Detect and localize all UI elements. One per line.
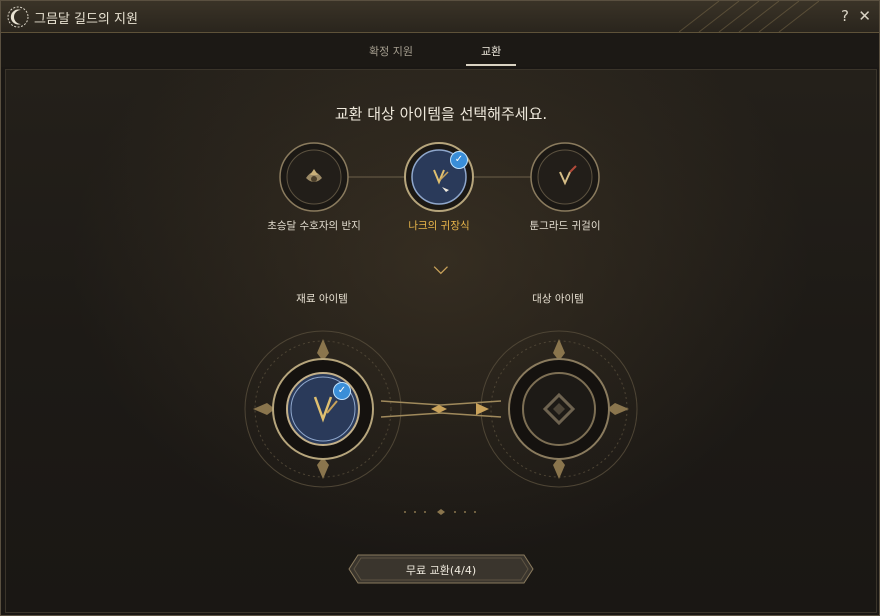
active-tab-underline — [466, 64, 516, 66]
free-exchange-button[interactable]: 무료 교환(4/4) — [348, 554, 534, 584]
target-item-slot[interactable] — [507, 357, 611, 461]
tab-confirmed-support[interactable]: 확정 지원 — [369, 43, 413, 59]
section-divider — [77, 266, 803, 275]
material-item-slot[interactable] — [271, 357, 375, 461]
help-button[interactable]: ? — [841, 7, 849, 25]
window-title: 그믐달 길드의 지원 — [34, 12, 138, 27]
title-bar[interactable]: 그믐달 길드의 지원 ? ✕ — [1, 1, 879, 33]
bottom-divider — [5, 506, 875, 515]
material-section-label: 재료 아이템 — [296, 293, 348, 305]
earring-icon — [530, 142, 600, 212]
item-slot-tungrad-earring[interactable] — [530, 142, 600, 212]
target-section-label: 대상 아이템 — [532, 293, 584, 305]
title-decoration — [679, 1, 819, 32]
item-slot-ring[interactable] — [279, 142, 349, 212]
material-check-icon: ✓ — [333, 382, 351, 400]
earring-icon — [272, 358, 374, 460]
page-heading: 교환 대상 아이템을 선택해주세요. — [334, 105, 548, 123]
close-button[interactable]: ✕ — [858, 7, 871, 25]
tab-exchange[interactable]: 교환 — [481, 43, 501, 59]
dialog-window: 그믐달 길드의 지원 ? ✕ 확정 지원 교환 교환 대상 아이템을 선택해주세… — [0, 0, 880, 616]
ring-icon — [279, 142, 349, 212]
crescent-moon-icon — [7, 6, 29, 28]
item-label-tungrad-earring: 툰그라드 귀걸이 — [529, 220, 601, 232]
selected-check-icon: ✓ — [450, 151, 468, 169]
tab-bar: 확정 지원 교환 — [1, 33, 879, 67]
diamond-placeholder-icon — [508, 358, 610, 460]
exchange-button-label: 무료 교환(4/4) — [405, 564, 477, 577]
